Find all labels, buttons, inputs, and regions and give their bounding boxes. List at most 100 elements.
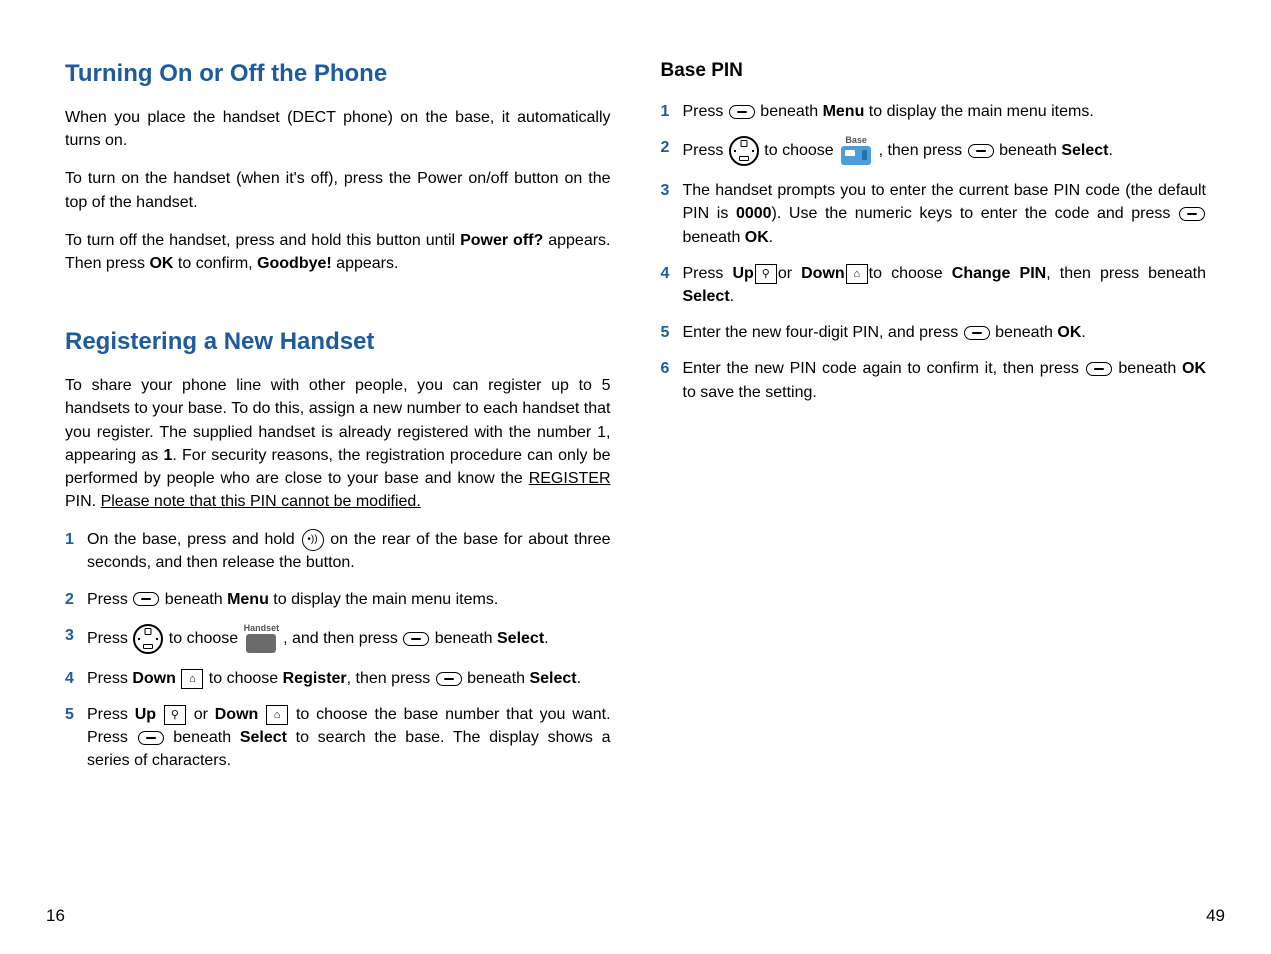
text: PIN. [65, 493, 101, 510]
page-number-right: 49 [1206, 906, 1225, 926]
softkey-icon [729, 105, 755, 119]
text: Press [683, 142, 728, 159]
steps-base-pin: 1 Press beneath Menu to display the main… [661, 100, 1207, 404]
text: Enter the new PIN code again to confirm … [683, 360, 1085, 377]
text: . [730, 288, 734, 305]
para-auto-on: When you place the handset (DECT phone) … [65, 106, 611, 152]
text: to choose [204, 670, 282, 687]
text: . [769, 229, 773, 246]
text: Enter the new four-digit PIN, and press [683, 324, 963, 341]
text-down: Down [215, 706, 259, 723]
text-goodbye: Goodbye! [257, 255, 332, 272]
page-number-left: 16 [46, 906, 65, 926]
text: beneath [1113, 360, 1182, 377]
text-select: Select [240, 729, 287, 746]
text-ok: OK [745, 229, 769, 246]
nav-key-icon [729, 136, 759, 166]
text: , then press [874, 142, 967, 159]
text-ok: OK [149, 255, 173, 272]
text: to choose [760, 142, 838, 159]
step-num: 2 [65, 588, 74, 611]
step-5: 5 Press Up ⚲ or Down ⌂ to choose the bas… [65, 703, 611, 773]
step-num: 1 [661, 100, 670, 123]
text-change-pin: Change PIN [952, 265, 1046, 282]
text-pin-note: Please note that this PIN cannot be modi… [101, 493, 421, 510]
text: to display the main menu items. [269, 591, 498, 608]
text: to choose [164, 630, 242, 647]
text: Press [87, 591, 132, 608]
text-0000: 0000 [736, 205, 772, 222]
step-1: 1 On the base, press and hold •)) on the… [65, 528, 611, 574]
step-2: 2 Press to choose Base , then press bene… [661, 136, 1207, 166]
text: . [577, 670, 581, 687]
text: beneath [165, 729, 240, 746]
nav-key-icon [133, 624, 163, 654]
right-column: Base PIN 1 Press beneath Menu to display… [636, 60, 1232, 924]
text: Press [87, 670, 132, 687]
softkey-icon [964, 326, 990, 340]
step-num: 2 [661, 136, 670, 159]
text-power-off: Power off? [460, 232, 543, 249]
text: . [1081, 324, 1085, 341]
text-select: Select [683, 288, 730, 305]
text: to display the main menu items. [864, 103, 1093, 120]
step-4: 4 Press Down ⌂ to choose Register, then … [65, 667, 611, 690]
step-3: 3 The handset prompts you to enter the c… [661, 179, 1207, 249]
step-1: 1 Press beneath Menu to display the main… [661, 100, 1207, 123]
text: Press [683, 265, 733, 282]
text: ). Use the numeric keys to enter the cod… [772, 205, 1178, 222]
step-num: 1 [65, 528, 74, 551]
para-turn-off: To turn off the handset, press and hold … [65, 229, 611, 275]
icon-label: Handset [244, 622, 278, 635]
text-select: Select [1061, 142, 1108, 159]
step-num: 6 [661, 357, 670, 380]
text-menu: Menu [823, 103, 865, 120]
text-register: Register [283, 670, 347, 687]
down-key-icon: ⌂ [846, 264, 868, 284]
text-up: Up [135, 706, 156, 723]
handset-app-icon: Handset [244, 625, 278, 653]
text: To turn off the handset, press and hold … [65, 232, 460, 249]
text: beneath [463, 670, 530, 687]
text: to confirm, [173, 255, 257, 272]
para-turn-on: To turn on the handset (when it's off), … [65, 167, 611, 213]
text: to save the setting. [683, 384, 817, 401]
base-app-icon: Base [839, 137, 873, 165]
step-num: 5 [661, 321, 670, 344]
softkey-icon [436, 672, 462, 686]
text: beneath [995, 142, 1062, 159]
para-register-intro: To share your phone line with other peop… [65, 374, 611, 513]
text: or [187, 706, 215, 723]
step-num: 5 [65, 703, 74, 726]
down-key-icon: ⌂ [266, 705, 288, 725]
step-5: 5 Enter the new four-digit PIN, and pres… [661, 321, 1207, 344]
heading-turning-on-off: Turning On or Off the Phone [65, 60, 611, 88]
step-num: 4 [661, 262, 670, 285]
text: beneath [160, 591, 227, 608]
text: beneath [683, 229, 745, 246]
text: appears. [332, 255, 399, 272]
text-register-word: REGISTER [529, 470, 611, 487]
text: to choose [869, 265, 952, 282]
softkey-icon [1179, 207, 1205, 221]
text: . [544, 630, 548, 647]
step-6: 6 Enter the new PIN code again to confir… [661, 357, 1207, 403]
text: Press [87, 630, 132, 647]
up-key-icon: ⚲ [755, 264, 777, 284]
text-up: Up [732, 265, 753, 282]
softkey-icon [968, 144, 994, 158]
steps-register: 1 On the base, press and hold •)) on the… [65, 528, 611, 772]
down-key-icon: ⌂ [181, 669, 203, 689]
text-menu: Menu [227, 591, 269, 608]
text-ok: OK [1182, 360, 1206, 377]
text-down: Down [801, 265, 845, 282]
text: , then press [347, 670, 435, 687]
text: Press [683, 103, 728, 120]
step-4: 4 Press Up⚲or Down⌂to choose Change PIN,… [661, 262, 1207, 308]
text: , then press beneath [1046, 265, 1206, 282]
text-select: Select [529, 670, 576, 687]
text-down: Down [132, 670, 176, 687]
text: beneath [756, 103, 823, 120]
text: Press [87, 706, 135, 723]
up-key-icon: ⚲ [164, 705, 186, 725]
